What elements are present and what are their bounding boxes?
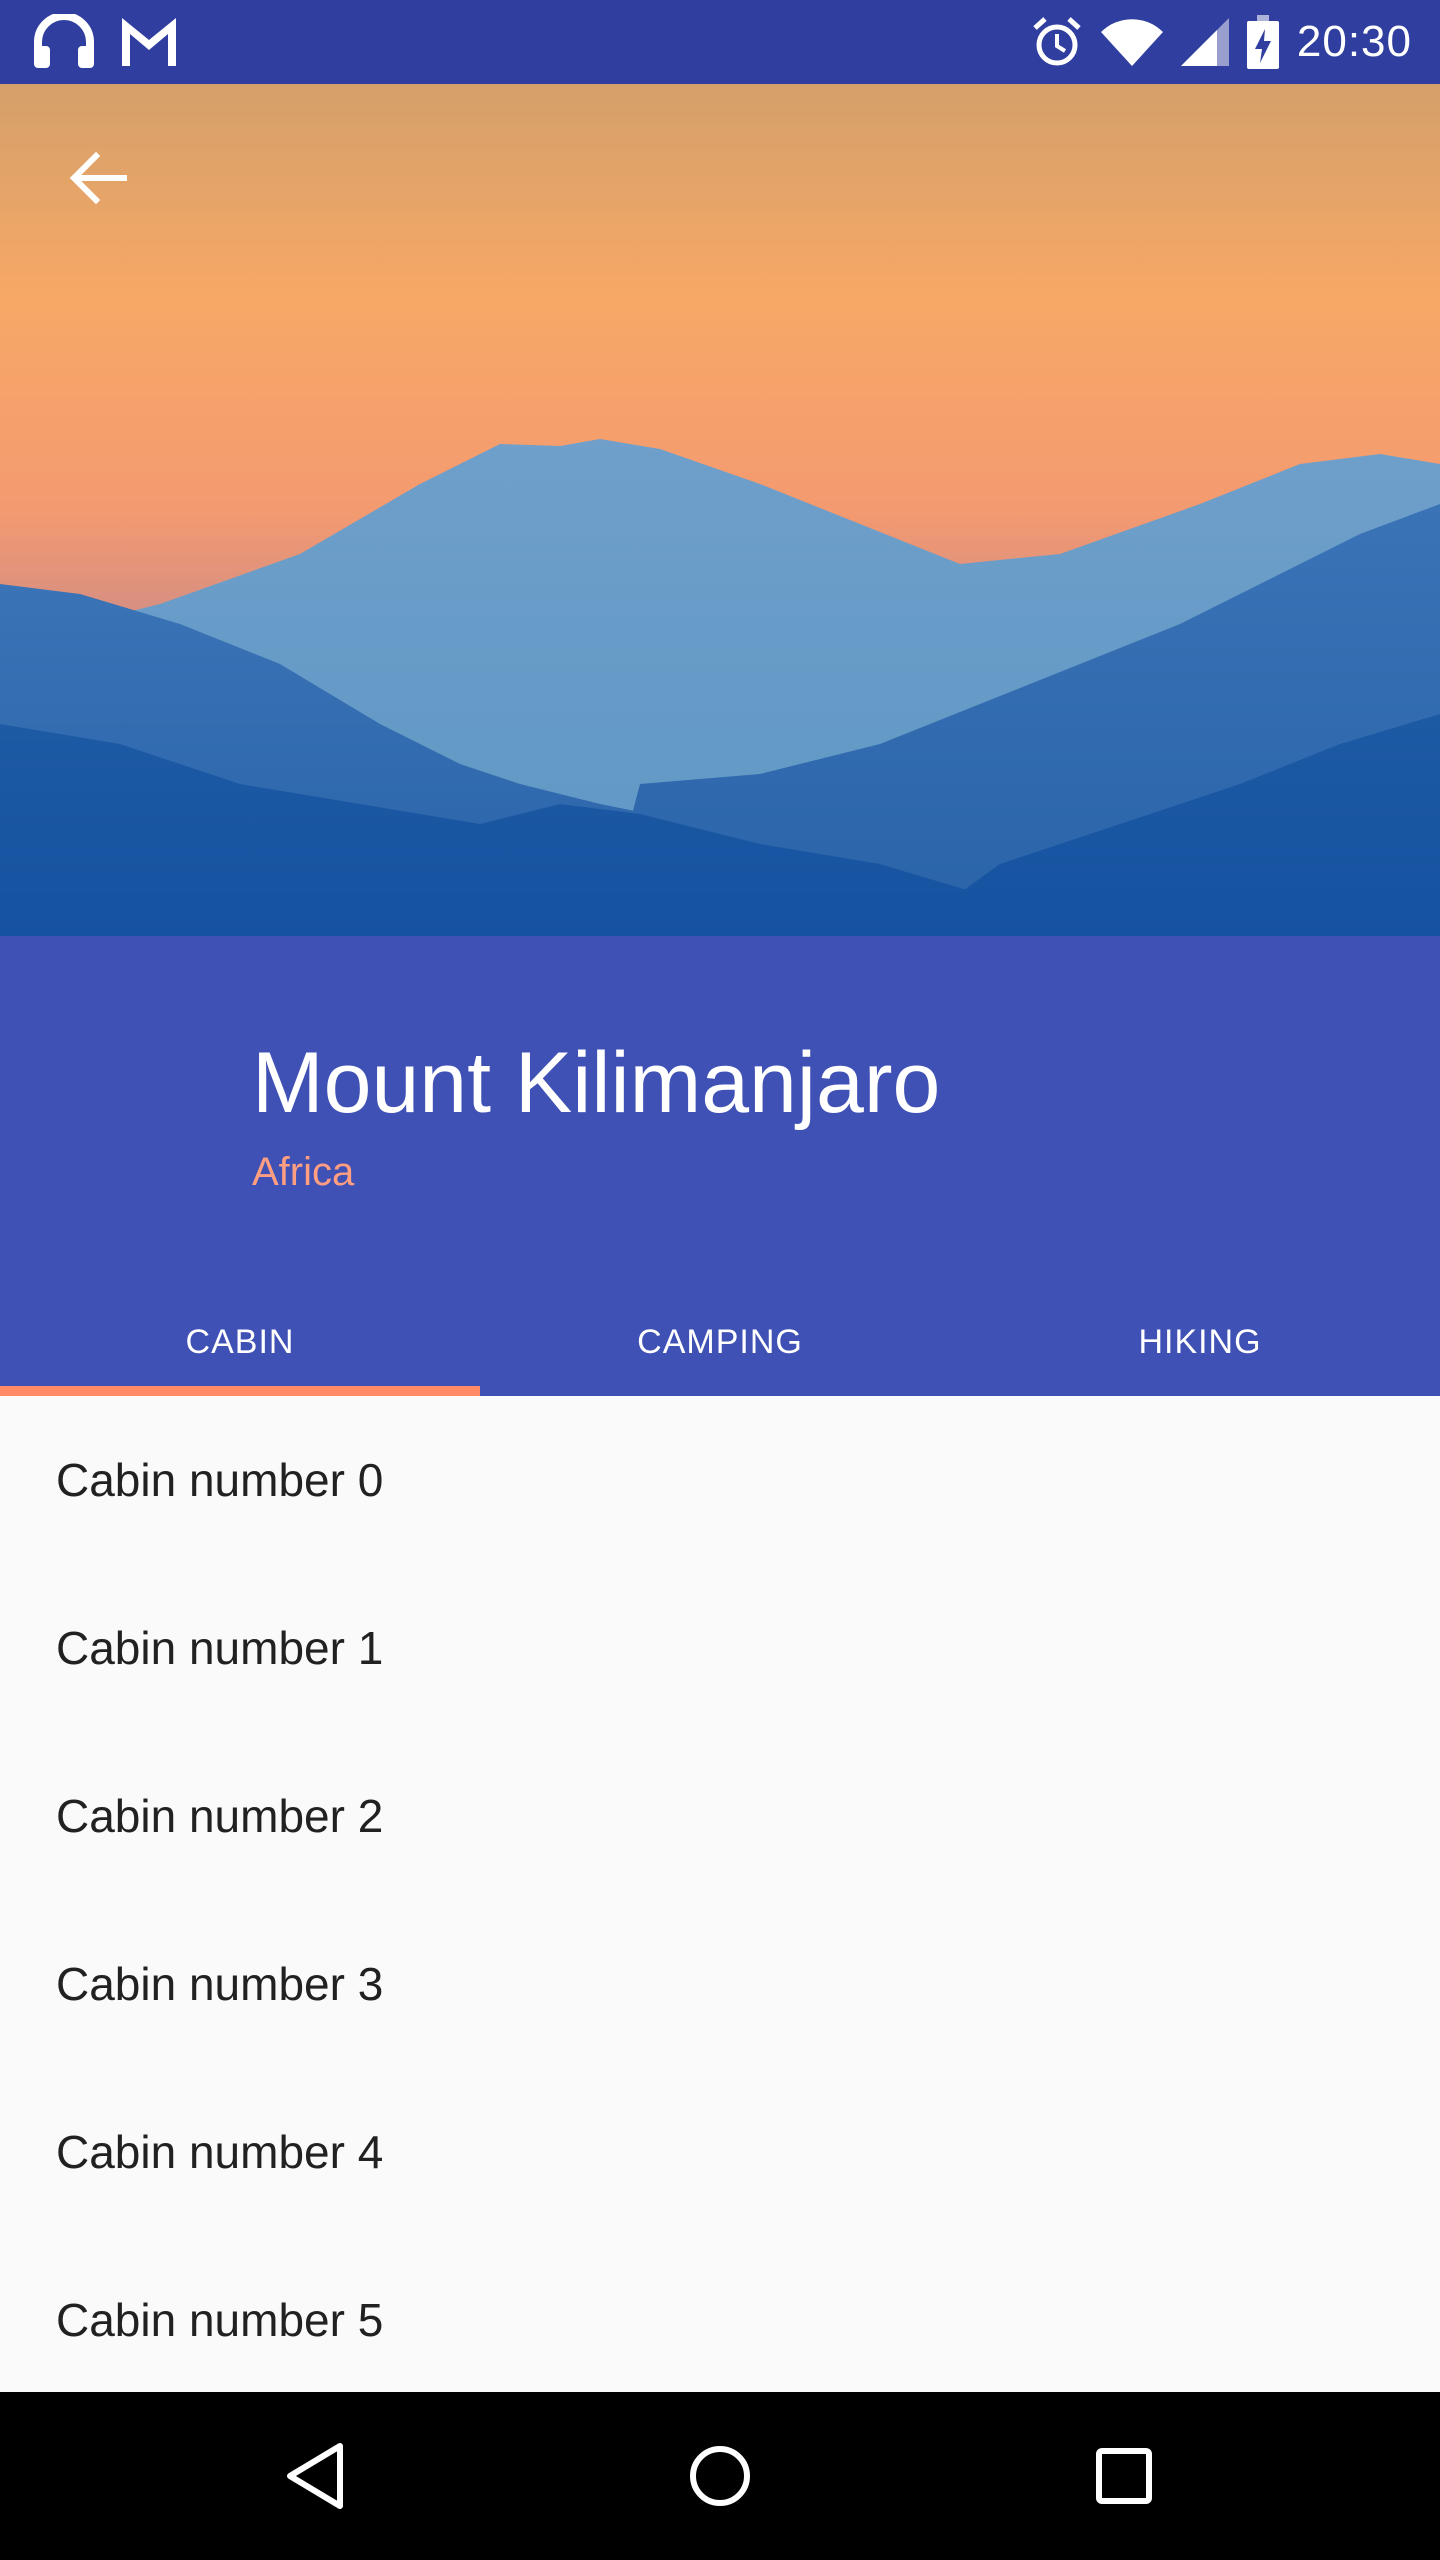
wifi-icon [1100, 18, 1163, 66]
nav-recents-button[interactable] [1040, 2392, 1208, 2560]
tab-bar: CABIN CAMPING HIKING [0, 1288, 1440, 1396]
status-bar: 20:30 [0, 0, 1440, 84]
home-circle-icon [690, 2446, 750, 2506]
nav-home-button[interactable] [636, 2392, 804, 2560]
gmail-icon [122, 18, 176, 66]
navigation-bar [0, 2392, 1440, 2560]
mountain-sunset-image [0, 84, 1440, 936]
list-item[interactable]: Cabin number 4 [0, 2068, 1440, 2236]
cabin-list: Cabin number 0 Cabin number 1 Cabin numb… [0, 1396, 1440, 2392]
clock: 20:30 [1296, 17, 1412, 66]
list-item[interactable]: Cabin number 1 [0, 1564, 1440, 1732]
nav-back-button[interactable] [232, 2392, 400, 2560]
back-triangle-icon [287, 2443, 343, 2509]
recents-square-icon [1096, 2448, 1152, 2504]
tab-hiking[interactable]: HIKING [960, 1288, 1440, 1396]
list-item[interactable]: Cabin number 3 [0, 1900, 1440, 2068]
list-item[interactable]: Cabin number 2 [0, 1732, 1440, 1900]
hero-image [0, 84, 1440, 936]
page-title: Mount Kilimanjaro [252, 1035, 941, 1131]
tab-indicator [0, 1386, 480, 1396]
list-item[interactable]: Cabin number 5 [0, 2236, 1440, 2392]
tab-camping[interactable]: CAMPING [480, 1288, 960, 1396]
page-subtitle: Africa [252, 1150, 355, 1194]
arrow-back-icon [69, 151, 127, 205]
cell-signal-icon [1180, 18, 1229, 66]
tab-cabin[interactable]: CABIN [0, 1288, 480, 1396]
battery-charging-icon [1246, 15, 1279, 69]
back-button[interactable] [44, 124, 152, 232]
list-item[interactable]: Cabin number 0 [0, 1396, 1440, 1564]
headphones-icon [32, 14, 96, 70]
alarm-icon [1031, 16, 1083, 68]
